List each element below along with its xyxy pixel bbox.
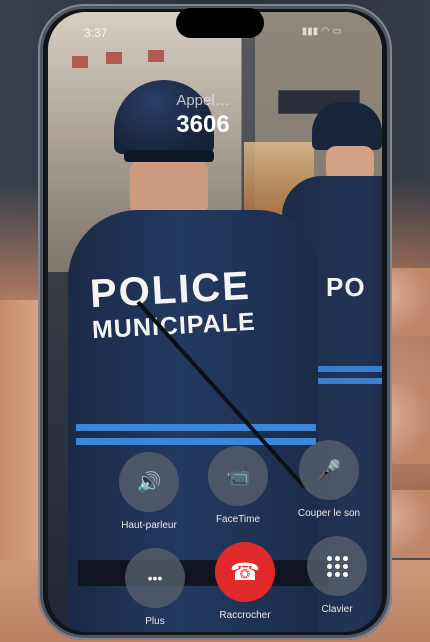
- hangup-label: Raccrocher: [219, 610, 271, 621]
- keypad-button[interactable]: [307, 536, 367, 596]
- phone-screen: PO POLICE MUNICIPALE 3:37 ▮▮▮ ◠ ▭ Appel……: [48, 12, 382, 632]
- background-scene: PO POLICE MUNICIPALE 3:37 ▮▮▮ ◠ ▭ Appel……: [0, 0, 430, 642]
- mute-button[interactable]: 🎤: [299, 440, 359, 500]
- keypad-icon: [326, 555, 348, 577]
- more-button[interactable]: •••: [125, 548, 185, 608]
- mic-off-icon: 🎤: [316, 459, 342, 482]
- speaker-control[interactable]: 🔊 Haut-parleur: [104, 452, 194, 531]
- speaker-button[interactable]: 🔊: [119, 452, 179, 512]
- facetime-label: FaceTime: [215, 514, 261, 525]
- more-icon: •••: [147, 570, 163, 586]
- more-control[interactable]: ••• Plus: [110, 548, 200, 627]
- speaker-icon: 🔊: [136, 471, 162, 494]
- call-controls: 🔊 Haut-parleur 📹 FaceTime 🎤 Couper le so…: [48, 12, 382, 632]
- hangup-control[interactable]: ☎ Raccrocher: [200, 542, 290, 621]
- more-label: Plus: [145, 616, 165, 627]
- keypad-label: Clavier: [321, 604, 353, 615]
- status-indicators: ▮▮▮ ◠ ▭: [301, 26, 342, 37]
- hang-up-icon: ☎: [230, 558, 260, 586]
- facetime-control[interactable]: 📹 FaceTime: [193, 446, 283, 525]
- mute-label: Couper le son: [297, 508, 361, 519]
- status-time: 3:37: [84, 26, 108, 40]
- dynamic-island: [176, 8, 264, 38]
- phone-frame: PO POLICE MUNICIPALE 3:37 ▮▮▮ ◠ ▭ Appel……: [38, 4, 392, 640]
- mute-control[interactable]: 🎤 Couper le son: [284, 440, 374, 519]
- speaker-label: Haut-parleur: [121, 520, 177, 531]
- keypad-control[interactable]: Clavier: [292, 536, 382, 615]
- hangup-button[interactable]: ☎: [215, 542, 275, 602]
- video-camera-icon: 📹: [225, 465, 251, 488]
- facetime-button[interactable]: 📹: [208, 446, 268, 506]
